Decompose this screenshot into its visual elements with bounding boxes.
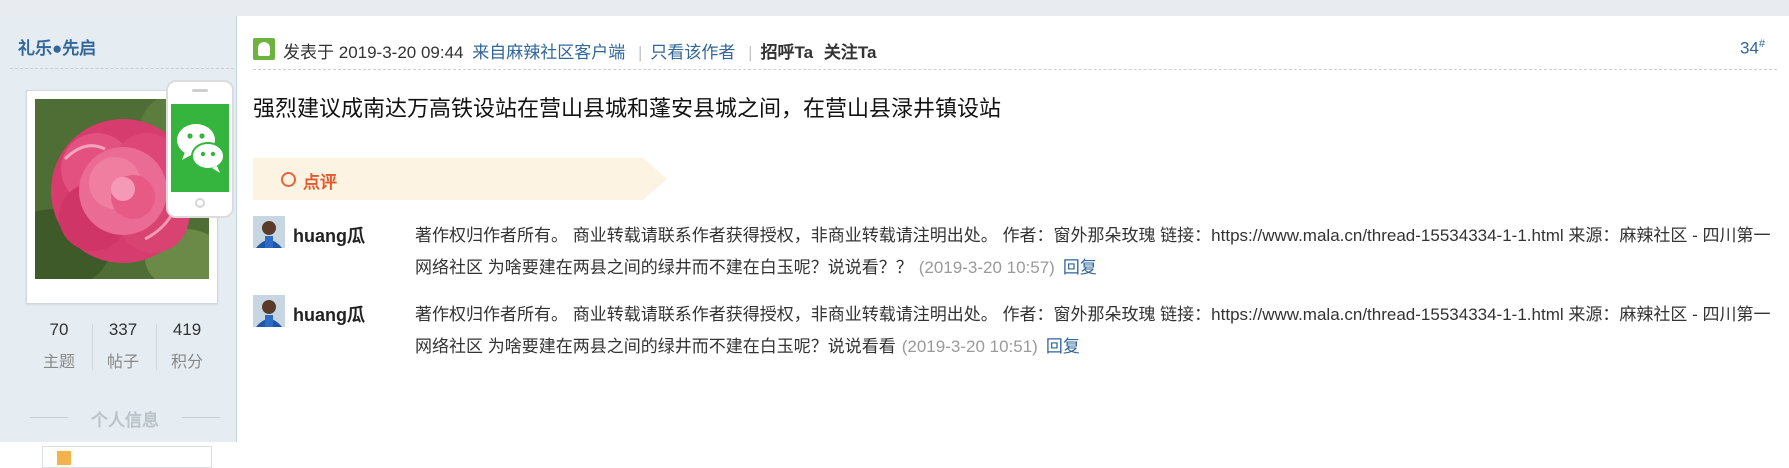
top-border-bar: [0, 0, 1789, 17]
header-divider: [253, 69, 1777, 70]
comment-circle-icon: [281, 172, 296, 187]
profile-section-label: 个人信息: [30, 406, 220, 431]
post-content: 发表于 2019-3-20 09:44 来自麻辣社区客户端 | 只看该作者 | 招呼…: [237, 16, 1789, 442]
wechat-icon: [177, 124, 225, 173]
source-client-link[interactable]: 来自麻辣社区客户端: [472, 43, 625, 62]
stat-threads[interactable]: 70 主题: [30, 320, 88, 372]
author-sidebar: 礼乐●先启 70 主题 337 帖子 419 积分 个人信息: [0, 16, 237, 468]
wechat-share-badge[interactable]: [166, 80, 234, 218]
posted-prefix: 发表于: [283, 43, 334, 62]
greet-button[interactable]: 招呼Ta: [761, 43, 814, 62]
commenter-name-link[interactable]: huang瓜: [293, 301, 365, 327]
commenter-avatar[interactable]: [253, 216, 285, 248]
profile-info-box: [42, 446, 212, 468]
commenter-avatar[interactable]: [253, 295, 285, 327]
post-body-text: 强烈建议成南达万高铁设站在营山县城和蓬安县城之间，在营山县渌井镇设站: [253, 96, 1002, 121]
sidebar-divider: [10, 68, 234, 69]
reply-link[interactable]: 回复: [1063, 258, 1097, 277]
only-author-link[interactable]: 只看该作者: [650, 43, 735, 62]
comment-time: (2019-3-20 10:51): [901, 337, 1038, 356]
floor-number-link[interactable]: 34#: [1740, 38, 1765, 59]
post-header: 发表于 2019-3-20 09:44 来自麻辣社区客户端 | 只看该作者 | 招呼…: [253, 36, 1783, 64]
reply-link[interactable]: 回复: [1046, 337, 1080, 356]
stat-points[interactable]: 419 积分: [158, 320, 216, 372]
avatar-image: [253, 295, 285, 327]
commenter-name-link[interactable]: huang瓜: [293, 222, 365, 248]
online-status-icon: [253, 38, 275, 60]
medal-icon: [57, 451, 71, 465]
separator: |: [637, 43, 643, 62]
separator: |: [748, 43, 753, 62]
comment-item: huang瓜 著作权归作者所有。 商业转载请联系作者获得授权，非商业转载请注明出…: [253, 216, 1783, 290]
author-stats: 70 主题 337 帖子 419 积分: [30, 320, 220, 376]
comment-section-label: 点评: [303, 173, 337, 192]
comment-item: huang瓜 著作权归作者所有。 商业转载请联系作者获得授权，非商业转载请注明出…: [253, 295, 1783, 369]
author-name-link[interactable]: 礼乐●先启: [18, 34, 96, 59]
comment-section-tab[interactable]: 点评: [253, 158, 668, 200]
comment-time: (2019-3-20 10:57): [918, 258, 1055, 277]
follow-button[interactable]: 关注Ta: [824, 43, 877, 62]
comment-text: 著作权归作者所有。 商业转载请联系作者获得授权，非商业转载请注明出处。 作者：窗…: [415, 305, 1771, 356]
posted-time: 2019-3-20 09:44: [338, 43, 464, 62]
avatar-image: [253, 216, 285, 248]
stat-posts[interactable]: 337 帖子: [94, 320, 152, 372]
